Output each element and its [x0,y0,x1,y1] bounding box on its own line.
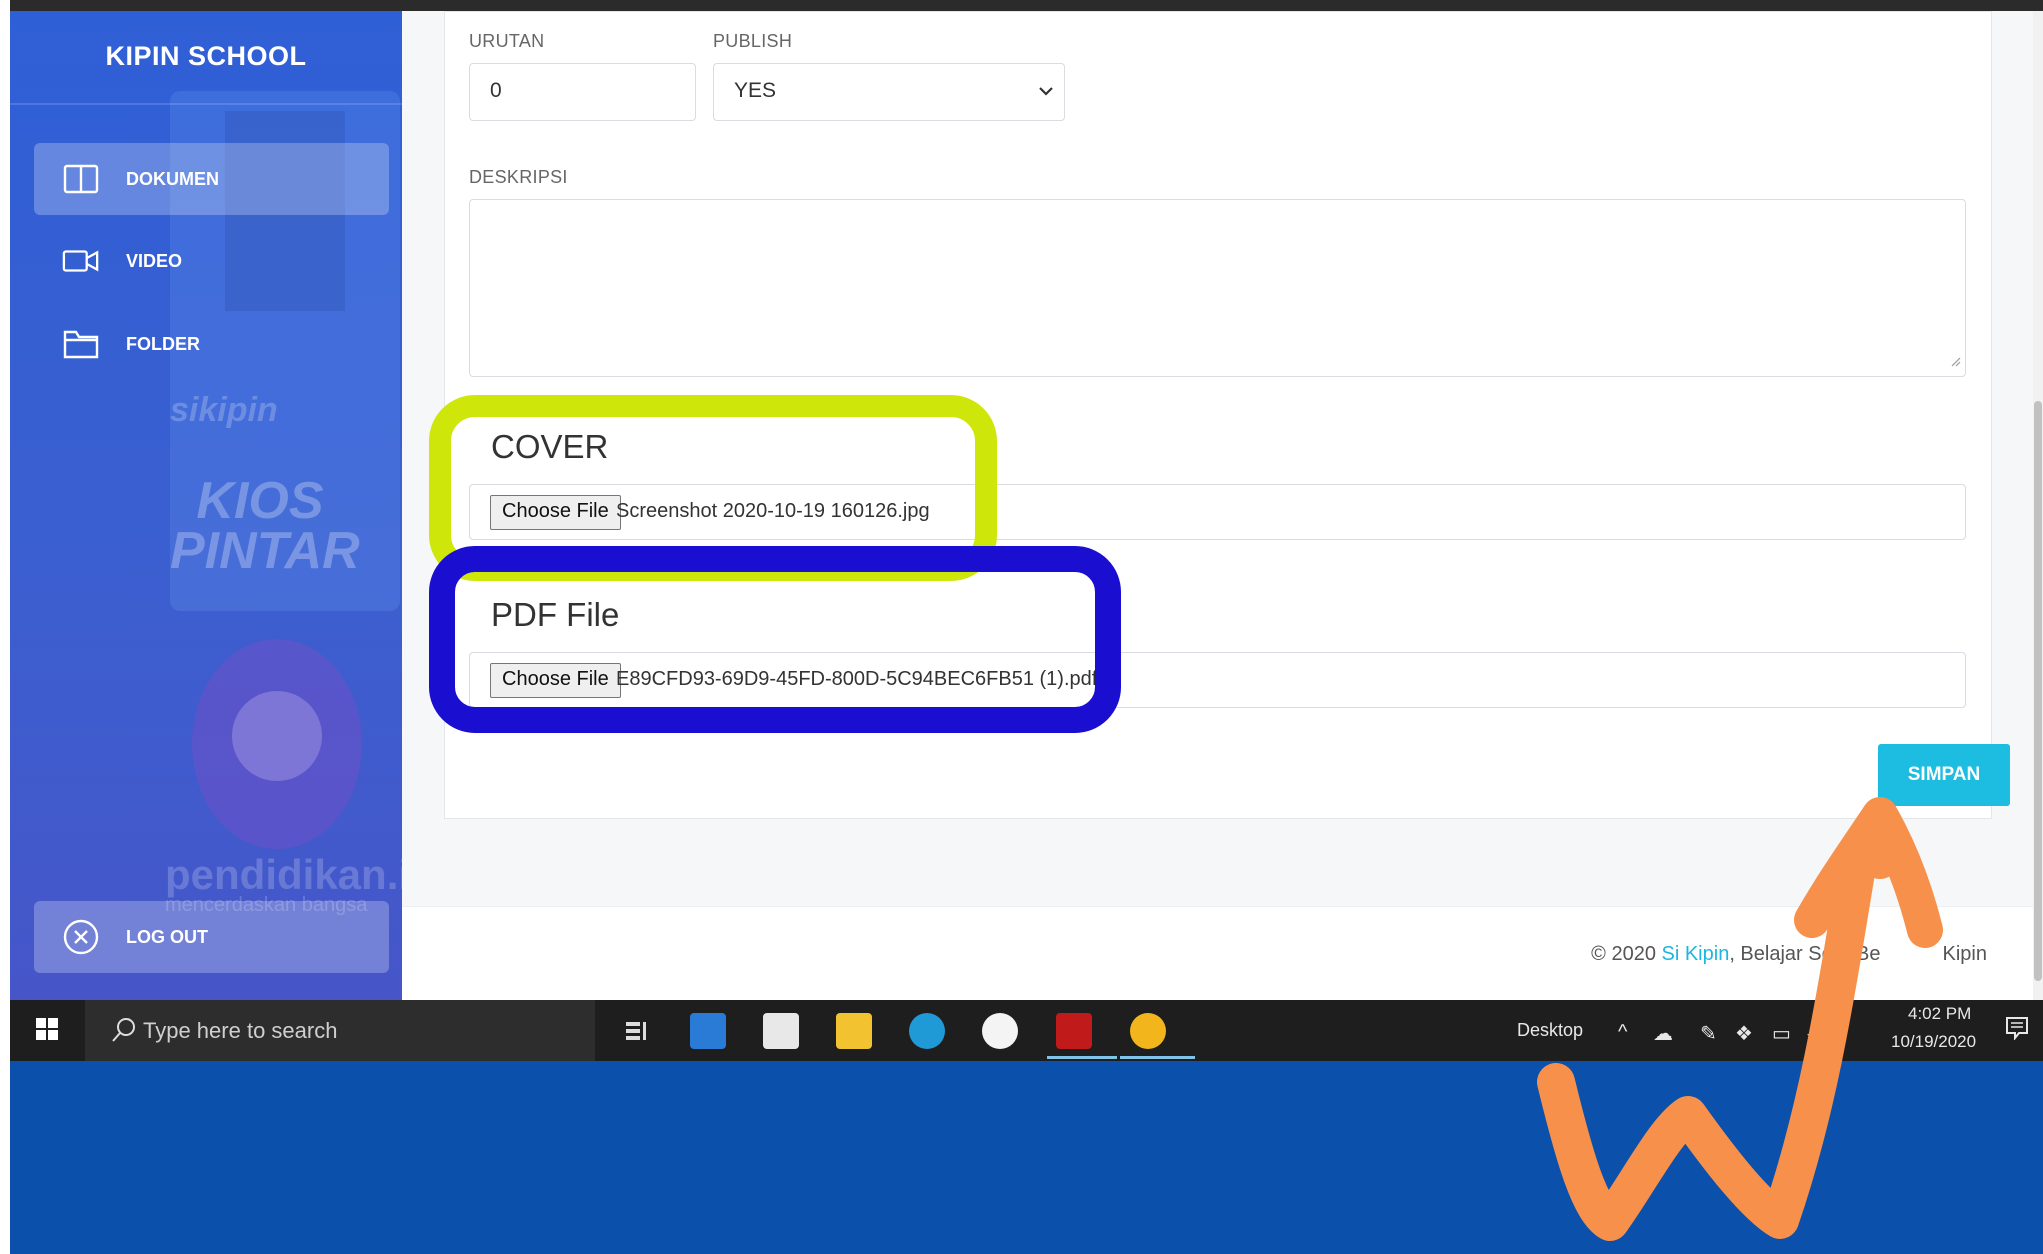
orange-arrow-annotation [1537,797,1943,1241]
